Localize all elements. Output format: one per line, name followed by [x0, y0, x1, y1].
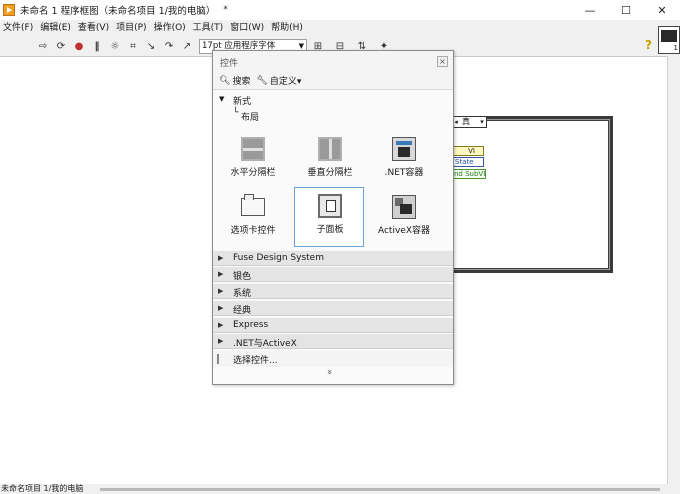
- vi-icon-number: 1: [673, 44, 678, 52]
- category-system[interactable]: ▶ 系统: [213, 283, 453, 299]
- menu-project[interactable]: 项目(P): [113, 20, 150, 36]
- expand-palette-icon[interactable]: »: [324, 369, 334, 375]
- retain-wire-values-icon[interactable]: ⌗: [126, 39, 140, 53]
- step-into-icon[interactable]: ↘: [144, 39, 158, 53]
- increment-arrow-icon[interactable]: ▾: [478, 117, 486, 127]
- case-selector-value: 真: [462, 117, 470, 126]
- palette-item-net-container[interactable]: .NET容器: [369, 131, 439, 191]
- palette-item-vertical-splitter[interactable]: 垂直分隔栏: [295, 131, 365, 191]
- vertical-splitter-icon: [318, 137, 342, 161]
- palette-customize-button[interactable]: 🔧︎ 自定义▾: [256, 74, 302, 88]
- case-structure-inner: [443, 119, 610, 270]
- menu-view[interactable]: 查看(V): [75, 20, 113, 36]
- category-label: 系统: [233, 289, 252, 299]
- subvi-node[interactable]: nd SubVI: [452, 169, 486, 179]
- triangle-down-icon: ▼: [219, 95, 225, 103]
- triangle-right-icon: ▶: [218, 337, 224, 345]
- select-control-item[interactable]: 选择控件...: [213, 351, 453, 367]
- tab-control-icon: [241, 194, 265, 216]
- vi-icon[interactable]: 1: [658, 26, 680, 54]
- wrench-icon: 🔧︎: [256, 75, 268, 86]
- subpanel-icon: [318, 194, 342, 218]
- palette-title-bar[interactable]: 控件 ×: [213, 51, 453, 72]
- menu-operate[interactable]: 操作(O): [151, 20, 190, 36]
- menu-edit[interactable]: 编辑(E): [37, 20, 75, 36]
- vertical-scrollbar[interactable]: [667, 56, 680, 484]
- run-continuously-icon[interactable]: ⟳: [54, 39, 68, 53]
- help-icon[interactable]: ?: [645, 38, 652, 52]
- category-modern-label: 新式: [233, 97, 252, 107]
- close-button[interactable]: ✕: [644, 0, 680, 20]
- category-modern[interactable]: ▼ 新式 └ 布局: [213, 91, 453, 123]
- category-express[interactable]: ▶ Express: [213, 317, 453, 333]
- triangle-right-icon: ▶: [218, 287, 224, 295]
- palette-item-subpanel[interactable]: 子面板: [294, 187, 364, 247]
- category-label: 经典: [233, 306, 252, 316]
- status-project-path: 未命名项目 1/我的电脑: [1, 484, 84, 493]
- palette-item-label: 水平分隔栏: [230, 168, 276, 178]
- close-icon[interactable]: ×: [437, 56, 448, 67]
- palette-item-label: .NET容器: [384, 168, 424, 178]
- step-over-icon[interactable]: ↷: [162, 39, 176, 53]
- net-container-icon: [392, 137, 416, 161]
- menu-bar: 文件(F) 编辑(E) 查看(V) 项目(P) 操作(O) 工具(T) 窗口(W…: [0, 20, 680, 36]
- pause-icon[interactable]: ‖: [90, 39, 104, 53]
- window-controls: — ☐ ✕: [572, 0, 680, 20]
- palette-item-label: 选项卡控件: [230, 226, 276, 236]
- category-fuse-design-system[interactable]: ▶ Fuse Design System: [213, 250, 453, 266]
- palette-item-label: ActiveX容器: [377, 226, 430, 236]
- case-selector[interactable]: ◂ 真 ▾: [451, 116, 487, 128]
- category-label: Fuse Design System: [233, 253, 324, 263]
- triangle-right-icon: ▶: [218, 270, 224, 278]
- vi-reference-node[interactable]: VI: [452, 146, 484, 156]
- select-control-label: 选择控件...: [233, 356, 278, 366]
- palette-item-label: 垂直分隔栏: [307, 168, 353, 178]
- category-silver[interactable]: ▶ 银色: [213, 266, 453, 282]
- select-control-bar-icon: [217, 354, 219, 364]
- subcategory-layout-label[interactable]: 布局: [241, 110, 259, 123]
- category-label: Express: [233, 320, 269, 330]
- triangle-right-icon: ▶: [218, 321, 224, 329]
- minimize-button[interactable]: —: [572, 0, 608, 20]
- run-arrow-icon[interactable]: ⇨: [36, 39, 50, 53]
- modified-marker: *: [223, 5, 228, 15]
- state-property-node[interactable]: State: [452, 157, 484, 167]
- category-label: 银色: [233, 272, 252, 282]
- palette-search-label: 搜索: [232, 77, 251, 87]
- triangle-right-icon: ▶: [218, 254, 224, 262]
- palette-customize-label: 自定义▾: [269, 77, 302, 87]
- vi-icon-graphic: [661, 30, 677, 42]
- activex-container-icon: [392, 195, 416, 219]
- labview-app-icon: [3, 4, 15, 16]
- horizontal-splitter-icon: [241, 137, 265, 161]
- menu-help[interactable]: 帮助(H): [268, 20, 307, 36]
- category-label: .NET与ActiveX: [233, 339, 297, 349]
- step-out-icon[interactable]: ↗: [180, 39, 194, 53]
- menu-window[interactable]: 窗口(W): [227, 20, 268, 36]
- category-net-activex[interactable]: ▶ .NET与ActiveX: [213, 333, 453, 349]
- window-title: 未命名 1 程序框图（未命名项目 1/我的电脑）: [20, 6, 216, 17]
- title-bar: 未命名 1 程序框图（未命名项目 1/我的电脑） * — ☐ ✕: [0, 0, 680, 20]
- palette-item-horizontal-splitter[interactable]: 水平分隔栏: [218, 131, 288, 191]
- palette-item-label: 子面板: [316, 225, 344, 235]
- palette-toolbar: 🔍︎ 搜索 🔧︎ 自定义▾: [213, 72, 453, 90]
- highlight-execution-icon[interactable]: ☼: [108, 39, 122, 53]
- horizontal-scrollbar[interactable]: [100, 488, 660, 491]
- palette-item-tab-control[interactable]: 选项卡控件: [218, 189, 288, 249]
- maximize-button[interactable]: ☐: [608, 0, 644, 20]
- palette-item-activex-container[interactable]: ActiveX容器: [369, 189, 439, 249]
- palette-search-button[interactable]: 🔍︎ 搜索: [219, 74, 251, 88]
- category-classic[interactable]: ▶ 经典: [213, 300, 453, 316]
- tree-branch-icon: └: [233, 108, 239, 118]
- abort-icon[interactable]: ●: [72, 39, 86, 53]
- triangle-right-icon: ▶: [218, 304, 224, 312]
- controls-palette: 控件 × 🔍︎ 搜索 🔧︎ 自定义▾ ▼ 新式 └ 布局 水平分隔栏 垂直分隔栏…: [212, 50, 454, 385]
- search-icon: 🔍︎: [219, 75, 231, 86]
- font-selector-value: 17pt 应用程序字体: [202, 40, 276, 51]
- menu-file[interactable]: 文件(F): [0, 20, 37, 36]
- menu-tools[interactable]: 工具(T): [190, 20, 228, 36]
- palette-title: 控件: [220, 59, 239, 69]
